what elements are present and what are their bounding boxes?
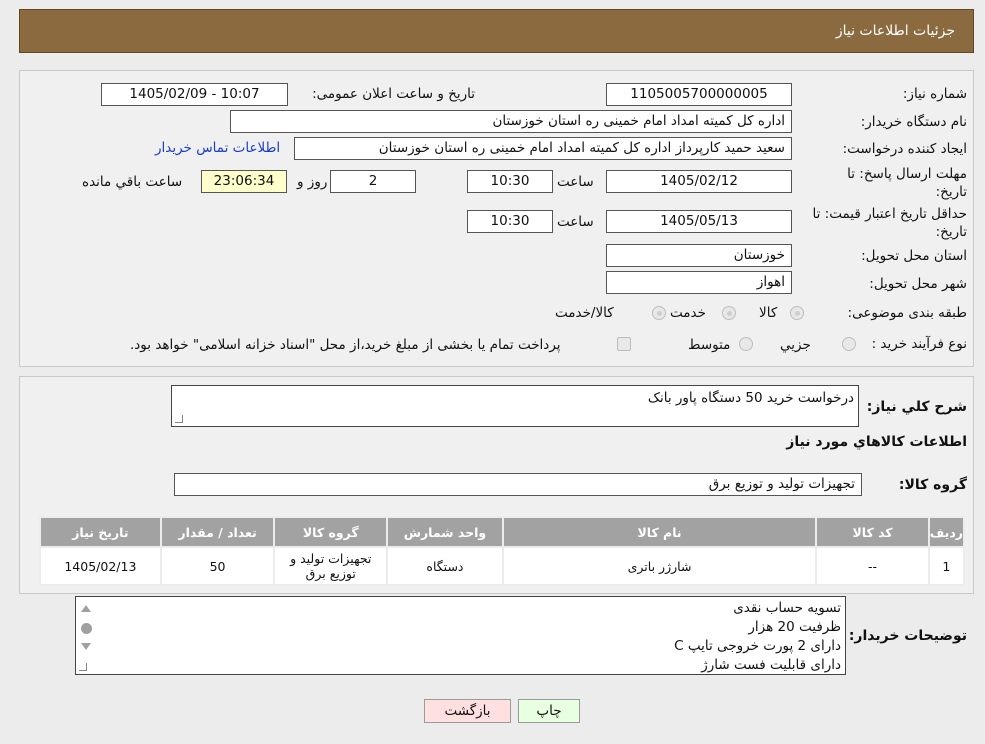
- description-text: درخواست خرید 50 دستگاه پاور بانک: [647, 390, 854, 406]
- col-item-group: گروه کالا: [273, 516, 389, 548]
- cell-unit: دستگاه: [386, 546, 504, 586]
- price-validity-time-field: 10:30: [467, 210, 553, 233]
- cell-row-number: 1: [927, 546, 966, 586]
- payment-treasury-checkbox[interactable]: [617, 337, 631, 351]
- print-button[interactable]: چاپ: [518, 699, 580, 723]
- price-validity-label: حداقل تاریخ اعتبار قیمت: تا تاریخ:: [813, 205, 967, 241]
- requester-field: سعید حمید کارپرداز اداره کل کمیته امداد …: [294, 137, 792, 160]
- category-goods-service-radio[interactable]: [652, 306, 666, 320]
- description-resize-grip[interactable]: [175, 415, 183, 423]
- scroll-down-arrow-icon[interactable]: [81, 643, 91, 650]
- table-row: 1 -- شارژر باتری دستگاه تجهیزات تولید و …: [39, 546, 966, 586]
- need-number-field: 1105005700000005: [606, 83, 792, 106]
- goods-group-label: گروه کالا:: [898, 477, 967, 493]
- need-number-label: شماره نیاز:: [902, 86, 967, 102]
- cell-need-date: 1405/02/13: [39, 546, 162, 586]
- cell-item-name: شارژر باتری: [501, 546, 818, 586]
- process-medium-label: متوسط: [688, 337, 731, 353]
- category-goods-label: کالا: [759, 305, 778, 321]
- process-medium-radio[interactable]: [739, 337, 753, 351]
- buyer-notes-line: دارای 2 پورت خروجی تایپ C: [674, 638, 841, 654]
- goods-table-header-row: رديف کد کالا نام کالا واحد شمارش گروه کا…: [39, 516, 966, 548]
- back-button[interactable]: بازگشت: [424, 699, 511, 723]
- category-service-label: خدمت: [670, 305, 706, 321]
- reply-deadline-label-line2: تاریخ:: [935, 184, 967, 200]
- category-goods-service-label: کالا/خدمت: [555, 305, 614, 321]
- description-label: شرح کلي نياز:: [866, 399, 967, 415]
- announce-datetime-label: تاریخ و ساعت اعلان عمومی:: [312, 86, 475, 102]
- remaining-days-field: 2: [330, 170, 416, 193]
- province-label: استان محل تحویل:: [861, 248, 967, 264]
- col-quantity: تعداد / مقدار: [159, 516, 276, 548]
- process-minor-label: جزیي: [780, 337, 811, 353]
- city-field: اهواز: [606, 271, 792, 294]
- buyer-notes-scrollbar[interactable]: [78, 599, 94, 672]
- goods-table: رديف کد کالا نام کالا واحد شمارش گروه کا…: [39, 516, 966, 586]
- buyer-notes-resize-grip[interactable]: [79, 663, 87, 671]
- buyer-org-label: نام دستگاه خریدار:: [860, 114, 967, 130]
- goods-group-field: تجهیزات تولید و توزیع برق: [174, 473, 862, 496]
- goods-section-title: اطلاعات کالاهاي مورد نياز: [786, 434, 967, 450]
- reply-deadline-label-line1: مهلت ارسال پاسخ: تا: [847, 166, 967, 182]
- price-validity-label-line1: حداقل تاریخ اعتبار قیمت: تا: [812, 206, 967, 222]
- city-label: شهر محل تحویل:: [869, 276, 967, 292]
- page-title: جزئیات اطلاعات نیاز: [835, 23, 955, 39]
- buyer-contact-link[interactable]: اطلاعات تماس خریدار: [155, 140, 280, 156]
- buyer-notes-line: تسویه حساب نقدی: [733, 600, 841, 616]
- province-field: خوزستان: [606, 244, 792, 267]
- description-textarea[interactable]: درخواست خرید 50 دستگاه پاور بانک: [171, 385, 859, 427]
- buyer-notes-line: دارای قابلیت فست شارژ: [701, 657, 841, 673]
- reply-date-field: 1405/02/12: [606, 170, 792, 193]
- requester-label: ایجاد کننده درخواست:: [842, 141, 967, 157]
- category-label: طبقه بندی موضوعی:: [847, 305, 967, 321]
- buyer-notes-textarea[interactable]: تسویه حساب نقدی ظرفیت 20 هزار دارای 2 پو…: [75, 596, 846, 675]
- announce-datetime-field: 1405/02/09 - 10:07: [101, 83, 288, 106]
- price-validity-time-label: ساعت: [557, 214, 594, 230]
- price-validity-label-line2: تاریخ:: [935, 224, 967, 240]
- process-type-label: نوع فرآیند خرید :: [871, 336, 967, 352]
- col-item-name: نام کالا: [501, 516, 818, 548]
- reply-time-label: ساعت: [557, 174, 594, 190]
- col-unit: واحد شمارش: [386, 516, 504, 548]
- payment-note: پرداخت تمام یا بخشی از مبلغ خرید،از محل …: [130, 337, 561, 353]
- scroll-up-arrow-icon[interactable]: [81, 605, 91, 612]
- col-row-number: رديف: [927, 516, 966, 548]
- buyer-notes-label: توضيحات خريدار:: [848, 628, 967, 644]
- buyer-org-field: اداره کل کمیته امداد امام خمینی ره استان…: [230, 110, 792, 133]
- page-header: جزئیات اطلاعات نیاز: [19, 9, 974, 53]
- buyer-notes-line: ظرفیت 20 هزار: [748, 619, 841, 635]
- category-goods-radio[interactable]: [790, 306, 804, 320]
- col-need-date: تاریخ نیاز: [39, 516, 162, 548]
- cell-item-group: تجهیزات تولید و توزیع برق: [273, 546, 389, 586]
- scroll-thumb[interactable]: [81, 623, 92, 634]
- reply-deadline-label: مهلت ارسال پاسخ: تا تاریخ:: [847, 165, 967, 201]
- cell-quantity: 50: [159, 546, 276, 586]
- process-minor-radio[interactable]: [842, 337, 856, 351]
- col-item-code: کد کالا: [815, 516, 930, 548]
- reply-time-field: 10:30: [467, 170, 553, 193]
- remaining-time-label: ساعت باقي مانده: [82, 174, 183, 190]
- days-label: روز و: [297, 174, 328, 190]
- cell-item-code: --: [815, 546, 930, 586]
- remaining-time-field: 23:06:34: [201, 170, 287, 193]
- category-service-radio[interactable]: [722, 306, 736, 320]
- price-validity-date-field: 1405/05/13: [606, 210, 792, 233]
